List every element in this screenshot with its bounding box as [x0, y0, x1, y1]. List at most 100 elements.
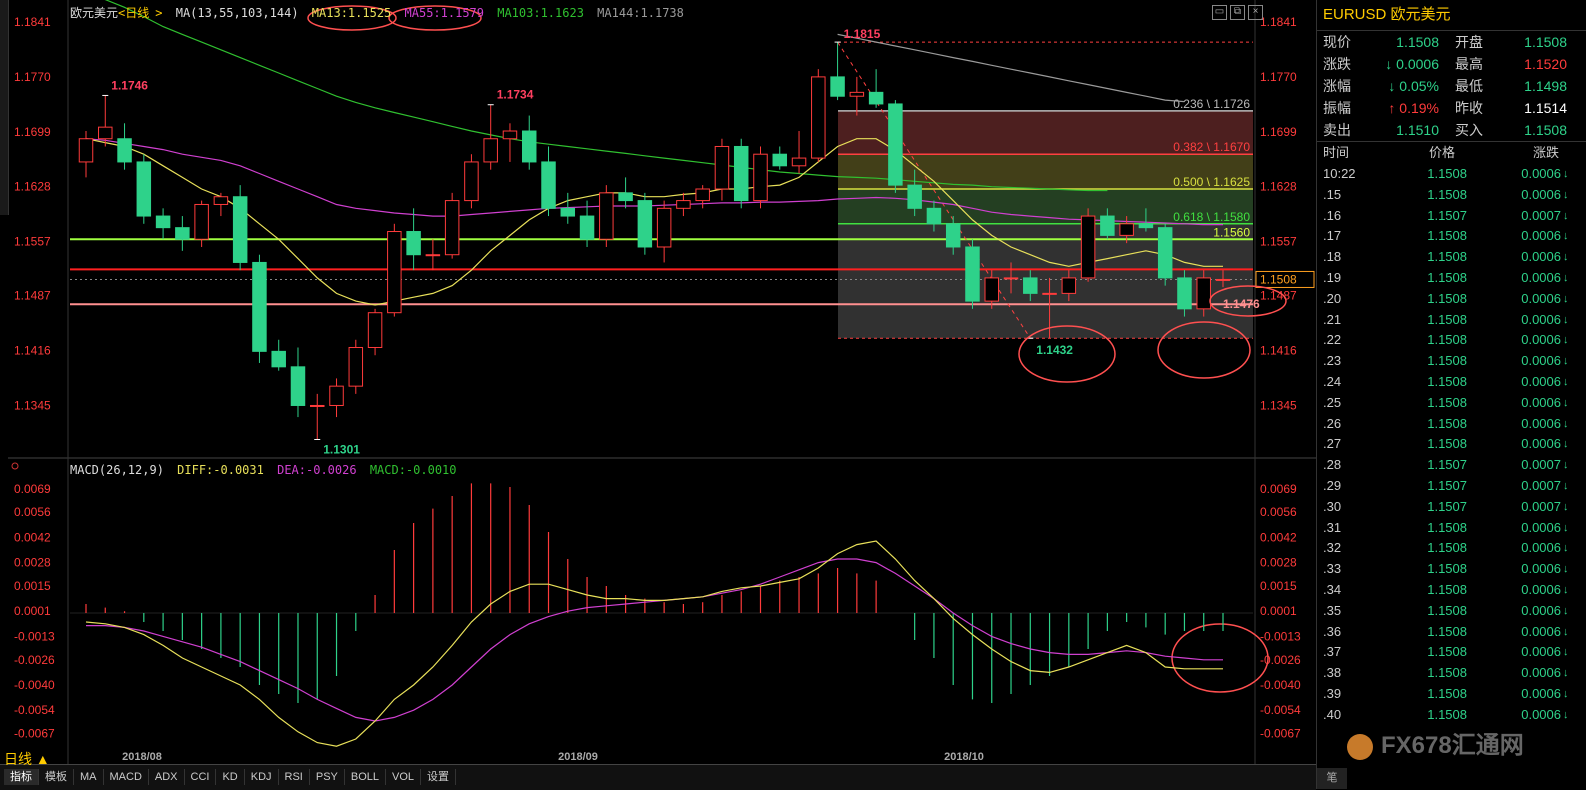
quote-label: 振幅: [1323, 100, 1351, 116]
candle-body: [1138, 223, 1154, 229]
tick-row: .39 1.1508 0.0006 ↓: [1317, 684, 1586, 705]
ma144-value: MA144:1.1738: [597, 6, 684, 20]
tab-4[interactable]: ADX: [149, 769, 185, 785]
tick-price: 1.1507: [1427, 457, 1467, 473]
quote-rows: 现价 1.1508 开盘 1.1508 涨跌 ↓ 0.0006 最高 1.1520 涨幅 ↓ 0.…: [1317, 31, 1586, 141]
tick-time: .24: [1323, 373, 1342, 389]
tab-12[interactable]: 设置: [421, 769, 457, 785]
tick-row: .35 1.1508 0.0006 ↓: [1317, 601, 1586, 622]
tick-time: .33: [1323, 561, 1342, 577]
kline-chart-area[interactable]: 1.1841 1.1841 1.1770 1.1770 1.1699 1.1699 1.16…: [8, 0, 1316, 764]
candle-body: [406, 231, 421, 256]
quote-value: 1.1508: [1524, 34, 1567, 50]
bottom-toolbar: 日线 ▲ 指标 模板 MA MACD ADX CCI KD KDJ RSI PSY BOLL VOL 设…: [0, 751, 1316, 790]
tick-time: .32: [1323, 540, 1342, 556]
candle-body: [1157, 227, 1173, 279]
candle-body: [849, 91, 865, 97]
tick-change: 0.0006: [1521, 644, 1561, 660]
tick-row: .22 1.1508 0.0006 ↓: [1317, 330, 1586, 351]
macd-axis-label-left: -0.0013: [14, 629, 55, 643]
candle-body: [1119, 223, 1134, 236]
ticks-header-change: 涨跌: [1533, 145, 1560, 160]
tick-row: .29 1.1507 0.0007 ↓: [1317, 476, 1586, 497]
candle-body: [444, 200, 460, 256]
ticks-list[interactable]: 10:22 1.1508 0.0006 ↓ .15 1.1508 0.0006 ↓ .16 1.1…: [1317, 164, 1586, 726]
tick-row: 10:22 1.1508 0.0006 ↓: [1317, 164, 1586, 185]
tick-row: .27 1.1508 0.0006 ↓: [1317, 434, 1586, 455]
tab-6[interactable]: KD: [216, 769, 245, 785]
quote-value: 1.1508: [1396, 34, 1439, 50]
close-icon[interactable]: ×: [1248, 5, 1263, 20]
candle-body: [1177, 277, 1192, 310]
down-arrow-icon: ↓: [1563, 459, 1569, 472]
tab-1[interactable]: 模板: [39, 769, 74, 785]
macd-axis-label-left: 0.0001: [14, 604, 51, 618]
tick-change: 0.0006: [1521, 166, 1561, 181]
ma144-line: [837, 33, 1185, 103]
tick-change: 0.0006: [1521, 581, 1561, 597]
tab-3[interactable]: MACD: [104, 769, 149, 785]
tick-time: .30: [1323, 498, 1342, 514]
tick-price: 1.1508: [1427, 332, 1467, 348]
tick-time: .17: [1323, 228, 1342, 244]
tab-7[interactable]: KDJ: [245, 769, 279, 785]
tick-time: .28: [1323, 457, 1342, 473]
tick-row: .28 1.1507 0.0007 ↓: [1317, 455, 1586, 476]
quote-value: ↓ 0.0006: [1385, 56, 1439, 72]
restore-icon[interactable]: ⧉: [1230, 5, 1245, 20]
candle-body: [579, 215, 595, 240]
candle-body: [926, 207, 942, 225]
price-axis-label-left: 1.1699: [14, 125, 51, 139]
down-arrow-icon: ↓: [1563, 334, 1569, 347]
rp-bottom-tab[interactable]: 笔: [1317, 768, 1347, 789]
tab-2[interactable]: MA: [74, 769, 104, 785]
macd-axis-label-left: -0.0026: [14, 653, 55, 667]
tick-price: 1.1508: [1427, 685, 1467, 701]
tick-row: .26 1.1508 0.0006 ↓: [1317, 414, 1586, 435]
tick-change: 0.0006: [1521, 269, 1561, 285]
period-name: 日线: [125, 6, 150, 20]
down-arrow-icon: ↓: [1563, 396, 1569, 409]
high-1746-label: 1.1746: [111, 78, 148, 92]
tab-8[interactable]: RSI: [279, 769, 310, 785]
macd-axis-label-right: 0.0001: [1260, 604, 1297, 618]
tick-change: 0.0006: [1521, 623, 1561, 639]
candle-body: [811, 76, 826, 159]
ma13-value: MA13:1.1525: [311, 6, 392, 20]
fx678-logo-icon: [1347, 733, 1373, 760]
tab-5[interactable]: CCI: [185, 769, 217, 785]
tab-0[interactable]: 指标: [4, 769, 39, 785]
down-arrow-icon: ↓: [1563, 479, 1569, 492]
down-arrow-icon: ↓: [1563, 521, 1569, 534]
candle-body: [714, 145, 730, 190]
minimize-icon[interactable]: ▭: [1212, 5, 1227, 20]
tick-time: .23: [1323, 353, 1342, 369]
tick-price: 1.1508: [1427, 228, 1467, 244]
candle-body: [599, 192, 614, 240]
tick-time: .38: [1323, 665, 1342, 681]
macd-axis-label-right: -0.0054: [1260, 703, 1301, 717]
candle-body: [483, 138, 498, 163]
down-arrow-icon: ↓: [1563, 667, 1569, 680]
down-arrow-icon: ↓: [1563, 271, 1569, 284]
price-axis-label-right: 1.1841: [1260, 15, 1297, 29]
tick-time: .15: [1323, 186, 1342, 202]
tab-10[interactable]: BOLL: [345, 769, 387, 785]
quote-row: 现价 1.1508 开盘 1.1508: [1317, 31, 1586, 53]
quote-label: 现价: [1323, 34, 1351, 50]
tick-time: .18: [1323, 249, 1342, 265]
support-1476-label: 1.1476: [1223, 297, 1260, 311]
price-axis-label-left: 1.1770: [14, 70, 51, 84]
candle-body: [888, 103, 903, 186]
macd-axis-label-right: -0.0013: [1260, 629, 1301, 643]
macd-axis-label-right: 0.0042: [1260, 530, 1297, 544]
tick-row: .21 1.1508 0.0006 ↓: [1317, 310, 1586, 331]
diff-value: DIFF:-0.0031: [177, 463, 264, 477]
tab-11[interactable]: VOL: [386, 769, 422, 785]
macd-axis-label-left: -0.0054: [14, 703, 55, 717]
kline-svg[interactable]: 1.1841 1.1841 1.1770 1.1770 1.1699 1.1699 1.16…: [8, 0, 1316, 764]
tick-change: 0.0006: [1521, 602, 1561, 618]
tab-9[interactable]: PSY: [310, 769, 345, 785]
tick-row: .19 1.1508 0.0006 ↓: [1317, 268, 1586, 289]
tick-change: 0.0006: [1521, 706, 1561, 722]
